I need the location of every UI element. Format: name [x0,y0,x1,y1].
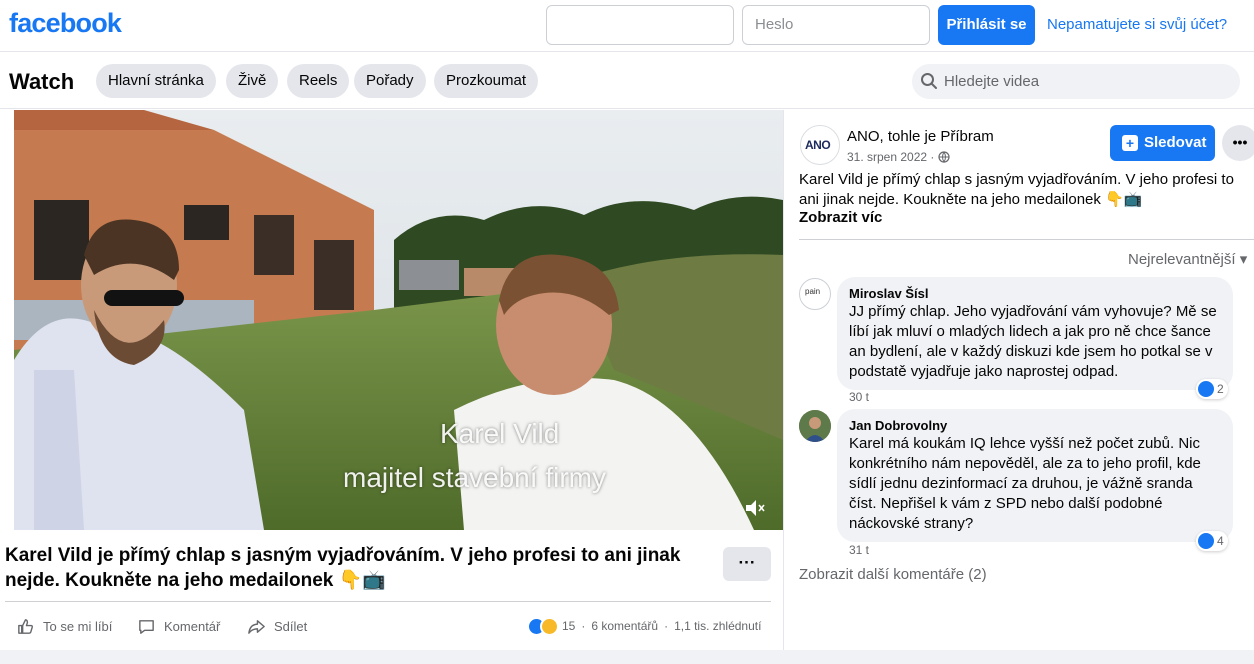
comment-reactions[interactable]: 4 [1196,531,1228,551]
avatar-photo [799,410,831,442]
post-date[interactable]: 31. srpen 2022 · [847,150,951,164]
share-icon [248,620,265,634]
login-button[interactable]: Přihlásit se [938,5,1035,45]
video-overlay-role: majitel stavební firmy [343,462,606,493]
more-comments-link[interactable]: Zobrazit další komentáře (2) [799,566,987,583]
password-input[interactable]: Heslo [742,5,930,45]
video-left-margin [0,110,14,530]
mute-icon[interactable] [744,498,766,518]
comment-count[interactable]: 6 komentářů [591,619,658,633]
globe-icon [938,151,951,163]
comment-time[interactable]: 30 t [849,390,869,404]
page-avatar-text: ANO [805,138,831,152]
haha-reaction-icon [540,616,559,636]
post-date-text: 31. srpen 2022 · [847,150,935,164]
reaction-count[interactable]: 15 [562,619,575,633]
email-input[interactable] [546,5,734,45]
commenter-avatar[interactable]: pain [799,278,831,310]
stats-separator: · [664,619,669,633]
thumbs-up-icon [18,619,33,634]
commenter-name[interactable]: Jan Dobrovolny [849,417,1221,434]
comment-reaction-count: 4 [1217,534,1224,548]
like-button[interactable]: To se mi líbí [16,617,112,636]
post-options-button[interactable]: ••• [1222,125,1254,161]
actions-divider [5,601,771,602]
video-post-title: Karel Vild je přímý chlap s jasným vyjad… [5,545,681,591]
like-label: To se mi líbí [43,619,113,634]
comment-bubble: Miroslav Šísl JJ přímý chlap. Jeho vyjad… [837,277,1233,390]
top-bar: facebook Heslo Přihlásit se Nepamatujete… [0,0,1254,52]
like-reaction-icon [1198,533,1214,549]
search-input[interactable]: Hledejte videa [944,64,1039,99]
search-icon [921,73,937,89]
video-more-button[interactable]: ··· [723,547,771,581]
comment-button[interactable]: Komentář [137,617,220,636]
share-label: Sdílet [274,619,308,634]
bottom-background [0,650,1254,664]
tab-home[interactable]: Hlavní stránka [96,64,216,98]
post-text: Karel Vild je přímý chlap s jasným vyjad… [799,171,1234,208]
avatar-text: pain [805,287,821,296]
follow-plus-icon: + [1122,135,1138,151]
video-overlay-name: Karel Vild [440,418,560,449]
stats-separator: · [581,619,586,633]
comment-text: JJ přímý chlap. Jeho vyjadřování vám vyh… [849,303,1217,380]
commenter-name[interactable]: Miroslav Šísl [849,285,1221,302]
page-avatar[interactable]: ANO [800,125,840,165]
forgot-account-link[interactable]: Nepamatujete si svůj účet? [1047,16,1227,33]
comment-reactions[interactable]: 2 [1196,379,1228,399]
comment-bubble: Jan Dobrovolny Karel má koukám IQ lehce … [837,409,1233,542]
comment-reaction-count: 2 [1217,382,1224,396]
watch-title: Watch [9,69,75,94]
comment-icon [139,620,154,634]
post-stats: 15 · 6 komentářů · 1,1 tis. zhlédnutí [527,614,761,638]
comment-time[interactable]: 31 t [849,543,869,557]
share-button[interactable]: Sdílet [247,617,307,636]
video-search[interactable]: Hledejte videa [912,64,1240,99]
tab-shows[interactable]: Pořady [354,64,426,98]
like-reaction-icon [1198,381,1214,397]
see-more-link[interactable]: Zobrazit víc [799,209,882,226]
facebook-logo[interactable]: facebook [9,8,122,39]
video-player[interactable]: Karel Vild majitel stavební firmy [14,110,783,530]
follow-button[interactable]: + Sledovat [1110,125,1215,161]
comment-sort-dropdown[interactable]: Nejrelevantnější ▾ [1128,250,1247,268]
commenter-avatar[interactable] [799,410,831,442]
tab-explore[interactable]: Prozkoumat [434,64,539,98]
comment-label: Komentář [164,619,221,634]
tab-reels[interactable]: Reels [287,64,350,98]
follow-label: Sledovat [1144,134,1207,151]
watch-nav-bar: Watch Hlavní stránka Živě Reels Pořady P… [0,53,1254,109]
page-name[interactable]: ANO, tohle je Příbram [847,128,994,145]
comments-divider [799,239,1254,240]
comment-text: Karel má koukám IQ lehce vyšší než počet… [849,435,1201,532]
tab-live[interactable]: Živě [226,64,279,98]
view-count: 1,1 tis. zhlédnutí [674,619,762,633]
